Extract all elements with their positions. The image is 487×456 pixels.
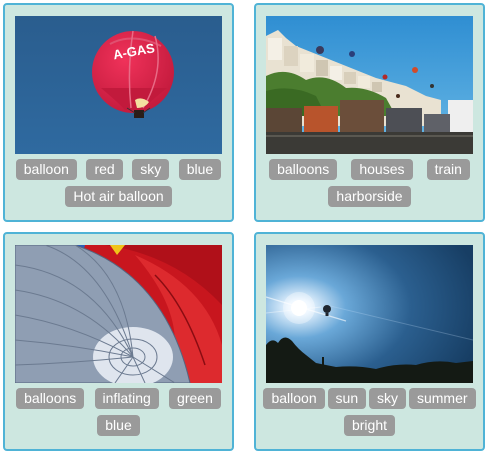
tag-list: balloon red sky blue Hot air balloon [11,159,226,207]
tag[interactable]: balloon [15,159,77,180]
photo-hot-air-balloon: A-GAS [15,16,222,154]
tag[interactable]: train [426,159,470,180]
image-card[interactable]: A-GAS balloon red sky blue Hot air ballo… [3,3,234,222]
tag[interactable]: sky [132,159,170,180]
tag[interactable]: harborside [328,186,411,207]
tag[interactable]: houses [351,159,413,180]
image-card[interactable]: balloon sun sky summer bright [254,232,485,451]
tag-list: balloons inflating green blue [11,388,226,436]
tag[interactable]: Hot air balloon [65,186,172,207]
photo[interactable]: A-GAS [15,16,222,154]
tag[interactable]: red [86,159,123,180]
photo-balloon-inflating [15,245,222,383]
tag[interactable]: inflating [94,388,159,409]
tag[interactable]: bright [343,415,396,436]
tag[interactable]: balloons [269,159,338,180]
photo-sun-sky-balloon [266,245,473,383]
tag[interactable]: blue [178,159,222,180]
tag[interactable]: sun [327,388,367,409]
tag[interactable]: balloon [263,388,325,409]
photo-harborside-train [266,16,473,154]
tag[interactable]: summer [408,388,476,409]
image-card[interactable]: balloons houses train harborside [254,3,485,222]
image-card[interactable]: balloons inflating green blue [3,232,234,451]
tag[interactable]: green [169,388,221,409]
photo[interactable] [266,245,473,383]
tag-list: balloons houses train harborside [262,159,477,207]
tag[interactable]: balloons [16,388,85,409]
tag[interactable]: blue [97,415,140,436]
tag-list: balloon sun sky summer bright [262,388,477,436]
tag[interactable]: sky [369,388,407,409]
photo[interactable] [15,245,222,383]
photo[interactable] [266,16,473,154]
